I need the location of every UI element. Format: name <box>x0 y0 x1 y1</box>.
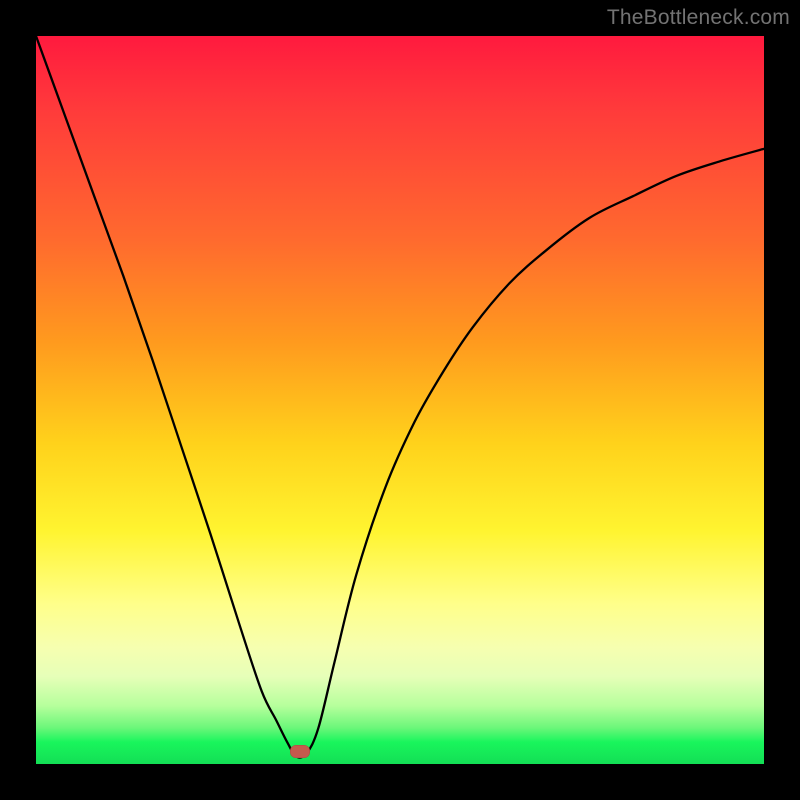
plot-area <box>36 36 764 764</box>
curve-svg <box>36 36 764 764</box>
chart-stage: TheBottleneck.com <box>0 0 800 800</box>
watermark-text: TheBottleneck.com <box>607 6 790 30</box>
bottleneck-curve <box>36 36 764 758</box>
optimal-point-marker <box>290 745 310 758</box>
